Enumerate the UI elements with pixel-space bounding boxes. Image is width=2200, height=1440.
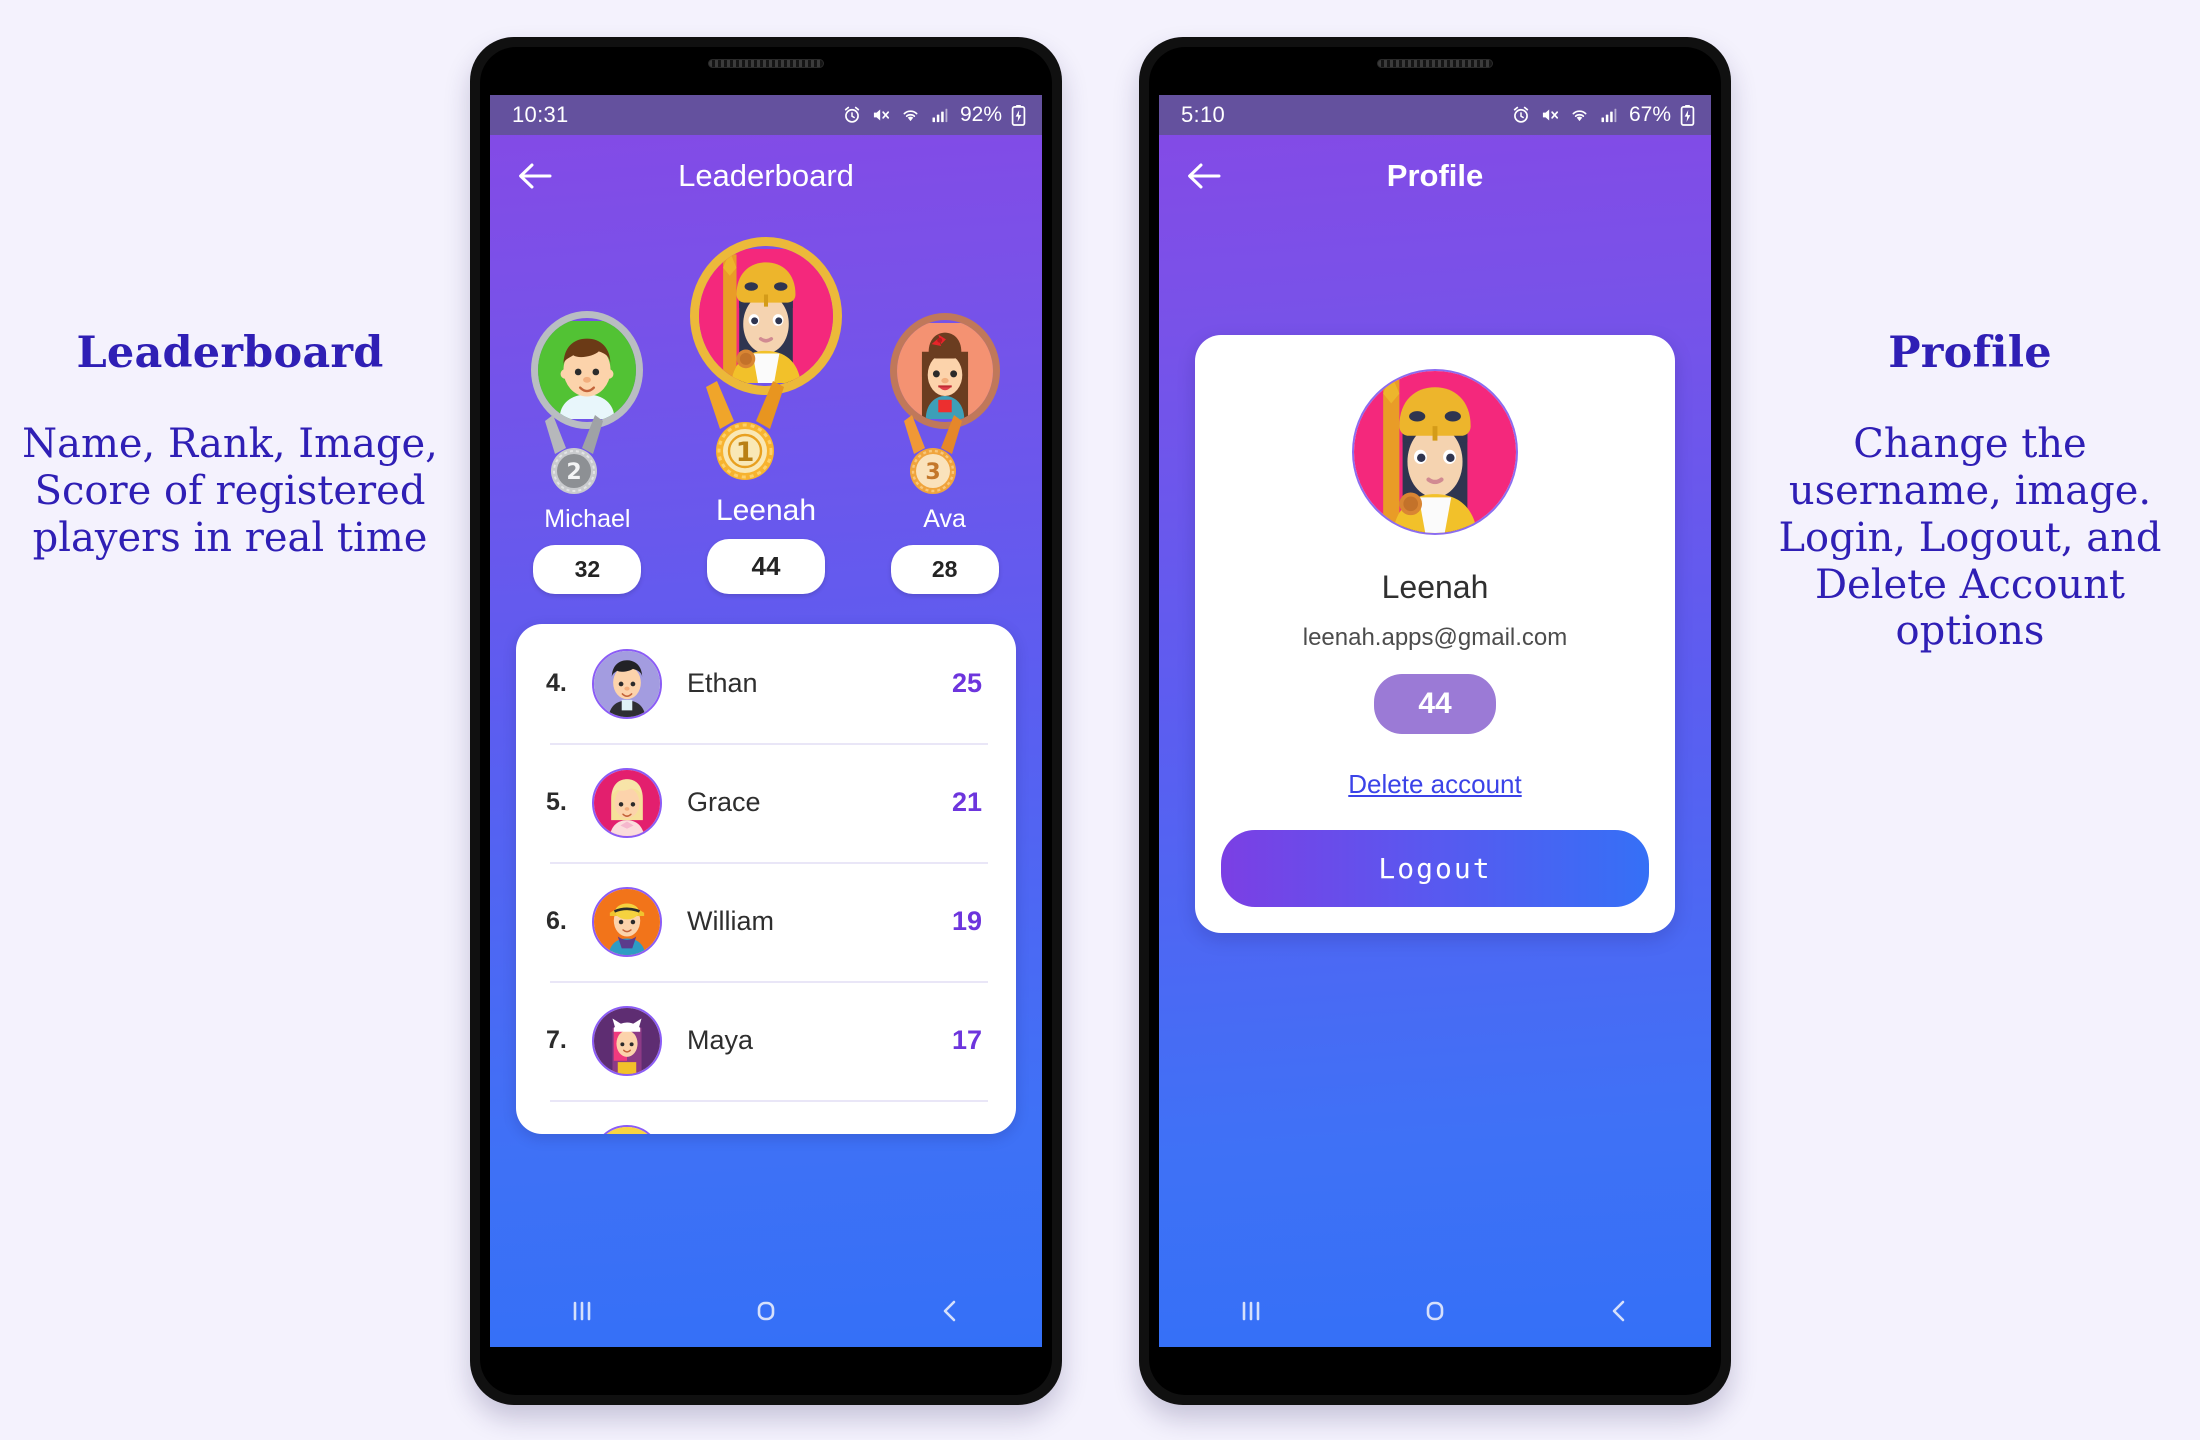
speaker-grille-icon — [708, 59, 824, 68]
battery-charging-icon — [1680, 104, 1695, 126]
status-bar: 5:10 67% — [1159, 95, 1711, 135]
svg-text:3: 3 — [925, 460, 940, 485]
back-button[interactable] — [1183, 155, 1225, 197]
profile-username: Leenah — [1381, 569, 1489, 605]
avatar — [889, 312, 1000, 429]
row-score: 19 — [951, 906, 982, 936]
svg-text:2: 2 — [567, 460, 582, 485]
recents-icon[interactable] — [542, 1286, 622, 1336]
row-rank: 5. — [546, 788, 567, 816]
row-score: 17 — [951, 1025, 982, 1055]
avatar — [592, 648, 662, 719]
leaderboard-list[interactable]: 4. Ethan 25 5. Grace 21 6. William 19 7.… — [516, 624, 1016, 1134]
back-icon[interactable] — [910, 1286, 990, 1336]
caption-right-body: Change the username, image. Login, Logou… — [1778, 421, 2162, 655]
android-nav-bar — [490, 1275, 1042, 1347]
table-row[interactable]: 5. Grace 21 — [516, 743, 1016, 862]
logout-button[interactable]: Logout — [1221, 830, 1649, 907]
row-rank: 6. — [546, 907, 567, 935]
medal-gold-icon: 1 — [690, 381, 842, 490]
phone-body: 5:10 67% Profile Leenah leenah.apps@gmai… — [1149, 47, 1721, 1395]
avatar[interactable] — [1352, 369, 1518, 535]
avatar — [531, 310, 644, 429]
status-bar-time: 10:31 — [512, 102, 569, 127]
caption-right: Profile Change the username, image. Logi… — [1750, 328, 2190, 655]
podium-score: 44 — [707, 539, 825, 594]
screen-profile: 5:10 67% Profile Leenah leenah.apps@gmai… — [1159, 95, 1711, 1347]
back-button[interactable] — [514, 155, 556, 197]
status-bar-time: 5:10 — [1181, 102, 1226, 127]
profile-card: Leenah leenah.apps@gmail.com 44 Delete a… — [1195, 335, 1675, 933]
medal-bronze-icon: 3 — [890, 414, 1000, 502]
table-row[interactable]: 7. Maya 17 — [516, 981, 1016, 1100]
profile-score-badge: 44 — [1374, 674, 1496, 734]
page-title: Profile — [1386, 158, 1484, 193]
profile-section: Leenah leenah.apps@gmail.com 44 Delete a… — [1159, 217, 1711, 933]
delete-account-link[interactable]: Delete account — [1348, 769, 1521, 800]
android-nav-bar — [1159, 1275, 1711, 1347]
mute-icon — [871, 105, 891, 125]
recents-icon[interactable] — [1211, 1286, 1291, 1336]
mute-icon — [1540, 105, 1560, 125]
profile-email: leenah.apps@gmail.com — [1302, 624, 1568, 651]
caption-left-title: Leaderboard — [76, 328, 384, 378]
row-name: Ethan — [687, 668, 758, 698]
row-name: William — [687, 906, 774, 936]
screen-leaderboard: 10:31 92% Leaderboard 2 Michael 32 1 Lee… — [490, 95, 1042, 1347]
podium-name: Michael — [544, 504, 631, 533]
caption-right-title: Profile — [1888, 328, 2052, 378]
alarm-icon — [842, 105, 862, 125]
table-row[interactable]: 4. Ethan 25 — [516, 624, 1016, 743]
caption-left-body: Name, Rank, Image, Score of registered p… — [22, 421, 438, 561]
phone-profile: 5:10 67% Profile Leenah leenah.apps@gmai… — [1139, 37, 1731, 1405]
app-bar: Profile — [1159, 135, 1711, 217]
back-icon[interactable] — [1579, 1286, 1659, 1336]
podium-avatar-wrap: 1 — [690, 237, 842, 490]
status-bar-icons: 67% — [1511, 103, 1695, 127]
battery-charging-icon — [1011, 104, 1026, 126]
speaker-grille-icon — [1377, 59, 1493, 68]
podium-name: Ava — [923, 504, 966, 533]
podium-score: 28 — [890, 545, 999, 594]
podium-slot-2[interactable]: 2 Michael 32 — [516, 310, 659, 594]
podium-slot-3[interactable]: 3 Ava 28 — [873, 312, 1016, 594]
battery-percent-label: 92% — [959, 103, 1002, 126]
row-name: Maya — [687, 1025, 754, 1055]
row-rank: 7. — [546, 1026, 567, 1054]
wifi-icon — [1569, 105, 1590, 125]
row-name: Grace — [687, 787, 761, 817]
podium: 2 Michael 32 1 Leenah 44 3 Ava 28 — [490, 217, 1042, 594]
avatar — [592, 1124, 662, 1134]
row-score: 25 — [951, 668, 982, 698]
podium-avatar-wrap: 2 — [531, 310, 644, 502]
row-rank: 4. — [546, 669, 567, 697]
avatar — [592, 886, 662, 957]
table-row[interactable]: 6. William 19 — [516, 862, 1016, 981]
podium-score: 32 — [533, 545, 642, 594]
page-title: Leaderboard — [678, 158, 854, 193]
signal-icon — [1599, 105, 1619, 125]
podium-slot-1[interactable]: 1 Leenah 44 — [677, 237, 855, 594]
battery-percent-label: 67% — [1628, 103, 1671, 126]
status-bar-icons: 92% — [842, 103, 1026, 127]
home-icon[interactable] — [726, 1286, 806, 1336]
medal-silver-icon: 2 — [531, 414, 643, 502]
app-bar: Leaderboard — [490, 135, 1042, 217]
signal-icon — [930, 105, 950, 125]
avatar — [690, 237, 842, 395]
row-score: 21 — [951, 787, 982, 817]
avatar — [592, 1005, 662, 1076]
avatar — [592, 767, 662, 838]
phone-body: 10:31 92% Leaderboard 2 Michael 32 1 Lee… — [480, 47, 1052, 1395]
phone-leaderboard: 10:31 92% Leaderboard 2 Michael 32 1 Lee… — [470, 37, 1062, 1405]
caption-left: Leaderboard Name, Rank, Image, Score of … — [20, 328, 440, 562]
wifi-icon — [900, 105, 921, 125]
table-row-partial[interactable] — [516, 1100, 1016, 1134]
podium-avatar-wrap: 3 — [889, 312, 1000, 502]
home-icon[interactable] — [1395, 1286, 1475, 1336]
status-bar: 10:31 92% — [490, 95, 1042, 135]
alarm-icon — [1511, 105, 1531, 125]
podium-name: Leenah — [715, 494, 817, 527]
svg-text:1: 1 — [736, 437, 755, 468]
